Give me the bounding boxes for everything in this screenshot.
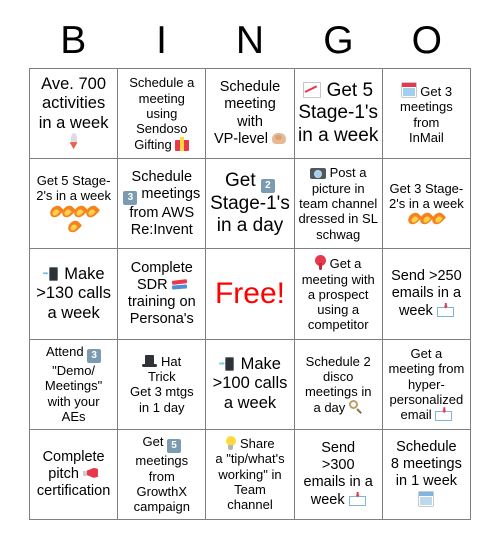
top-hat-icon (142, 354, 158, 368)
bingo-cell-n2-text: Get 2 Stage-1's in a day (210, 169, 290, 237)
bingo-cell-n1[interactable]: Schedule meeting with VP-level (206, 69, 295, 160)
bingo-cell-b4-text: Attend 3 "Demo/Meetings" with your AEs (44, 344, 103, 425)
bingo-cell-i4[interactable]: Hat Trick Get 3 mtgs in 1 day (118, 339, 207, 430)
bingo-cell-g1[interactable]: Get 5 Stage-1's in a week (294, 69, 383, 160)
fire-icon (68, 219, 80, 233)
header-letter-i: I (156, 19, 168, 62)
bingo-cell-g2[interactable]: Post a picture in team channel dressed in S… (294, 159, 383, 250)
keycap-2-icon: 2 (260, 178, 275, 193)
bingo-cell-o3-text: Send >250 emails in a week (391, 268, 462, 319)
incoming-envelope-icon (436, 303, 454, 317)
bingo-cell-b3[interactable]: Make >130 calls a week (30, 249, 119, 340)
bingo-cell-g5[interactable]: Send >300 emails in a week (294, 429, 383, 520)
header-letter-b: B (60, 19, 87, 62)
bingo-cell-b2-text: Get 5 Stage- 2's in a week (33, 173, 114, 234)
bingo-cell-i3[interactable]: Complete SDR training on Persona's (118, 249, 207, 340)
bingo-cell-n4[interactable]: Make >100 calls a week (206, 339, 295, 430)
bingo-grid: Ave. 700 activities in a week Schedule a me… (29, 68, 471, 520)
chart-increasing-icon (303, 81, 322, 98)
light-bulb-icon (225, 436, 236, 451)
fire-icon (420, 211, 432, 225)
magnifying-glass-icon (348, 399, 363, 414)
bingo-cell-i4-text: Hat Trick Get 3 mtgs in 1 day (130, 353, 194, 415)
bingo-cell-i2-text: Schedule 3 meetings from AWS Re:Invent (121, 169, 202, 239)
bingo-cell-b1-text: Ave. 700 activities in a week (33, 75, 114, 153)
bingo-card: B I N G O Ave. 700 activities in a week Sc… (0, 0, 500, 544)
bingo-cell-i1[interactable]: Schedule a meeting using Sendoso Gifting (118, 69, 207, 160)
bingo-cell-o4[interactable]: Get a meeting from hyper-personalized email (382, 339, 471, 430)
bingo-cell-o2-text: Get 3 Stage- 2's in a week (386, 181, 467, 227)
bingo-cell-b3-text: Make >130 calls a week (36, 264, 111, 322)
fire-icon (74, 204, 86, 218)
bingo-cell-n4-text: Make >100 calls a week (212, 354, 288, 412)
mobile-phone-arrow-icon (43, 266, 60, 281)
bingo-cell-b1[interactable]: Ave. 700 activities in a week (30, 69, 119, 160)
keycap-5-icon: 5 (167, 439, 182, 454)
bingo-header: B I N G O (29, 16, 471, 66)
header-letter-o: O (411, 19, 442, 62)
rocket-icon (66, 133, 82, 149)
bingo-cell-n5[interactable]: Share a "tip/what's working" in Team channel (206, 429, 295, 520)
bingo-cell-free-text: Free! (214, 277, 285, 311)
bingo-cell-b2[interactable]: Get 5 Stage- 2's in a week (30, 159, 119, 250)
bingo-cell-i5[interactable]: Get 5 meetings from GrowthX campaign (118, 429, 207, 520)
incoming-envelope-icon (435, 407, 453, 422)
bingo-cell-i3-text: Complete SDR training on Persona's (127, 259, 196, 328)
calendar-icon (400, 81, 417, 98)
bingo-cell-n2[interactable]: Get 2 Stage-1's in a day (206, 159, 295, 250)
bingo-cell-free[interactable]: Free! (206, 249, 295, 340)
fire-icon (86, 204, 98, 218)
bingo-cell-i2[interactable]: Schedule 3 meetings from AWS Re:Invent (118, 159, 207, 250)
bingo-cell-o4-text: Get a meeting from hyper-personalized email (388, 345, 465, 423)
header-letter-g: G (323, 19, 354, 62)
bingo-cell-b5[interactable]: Complete pitch certification (30, 429, 119, 520)
header-letter-n: N (235, 19, 265, 62)
books-icon (172, 277, 187, 291)
bingo-cell-g2-text: Post a picture in team channel dressed in S… (298, 165, 378, 242)
bingo-cell-i5-text: Get 5 meetings from GrowthX campaign (133, 434, 190, 515)
bingo-cell-o5-text: Schedule 8 meetings in 1 week (386, 439, 467, 509)
bingo-cell-n1-text: Schedule meeting with VP-level (209, 79, 290, 147)
bingo-cell-g5-text: Send >300 emails in a week (303, 440, 373, 508)
bingo-cell-g3[interactable]: Get a meeting with a prospect using a compet… (294, 249, 383, 340)
incoming-envelope-icon (348, 492, 366, 506)
calendar-blue-icon (418, 490, 435, 507)
bingo-cell-b4[interactable]: Attend 3 "Demo/Meetings" with your AEs (30, 339, 119, 430)
bingo-cell-o2[interactable]: Get 3 Stage- 2's in a week (382, 159, 471, 250)
bingo-cell-g4-text: Schedule 2 disco meetings in a day (304, 353, 372, 415)
bingo-cell-i1-text: Schedule a meeting using Sendoso Gifting (129, 75, 195, 152)
bingo-cell-g1-text: Get 5 Stage-1's in a week (298, 79, 379, 146)
bingo-cell-g4[interactable]: Schedule 2 disco meetings in a day (294, 339, 383, 430)
fire-icon (50, 204, 62, 218)
keycap-3-icon: 3 (87, 349, 102, 364)
fire-icon (432, 211, 444, 225)
megaphone-icon (82, 467, 99, 480)
bingo-cell-o1-text: Get 3 meetings from InMail (400, 81, 453, 145)
bingo-cell-o5[interactable]: Schedule 8 meetings in 1 week (382, 429, 471, 520)
pushpin-icon (314, 255, 326, 271)
bingo-cell-o3[interactable]: Send >250 emails in a week (382, 249, 471, 340)
bingo-cell-o1[interactable]: Get 3 meetings from InMail (382, 69, 471, 160)
bingo-cell-n5-text: Share a "tip/what's working" in Team channel (215, 436, 285, 513)
flexed-bicep-icon (272, 131, 286, 145)
camera-icon (309, 166, 326, 180)
fire-icon (408, 211, 420, 225)
fire-icon (62, 204, 74, 218)
mobile-phone-arrow-icon (219, 356, 236, 371)
bingo-cell-g3-text: Get a meeting with a prospect using a compet… (301, 255, 375, 333)
bingo-cell-b5-text: Complete pitch certification (36, 448, 111, 499)
keycap-3-icon: 3 (123, 190, 138, 205)
gift-icon (175, 136, 190, 151)
